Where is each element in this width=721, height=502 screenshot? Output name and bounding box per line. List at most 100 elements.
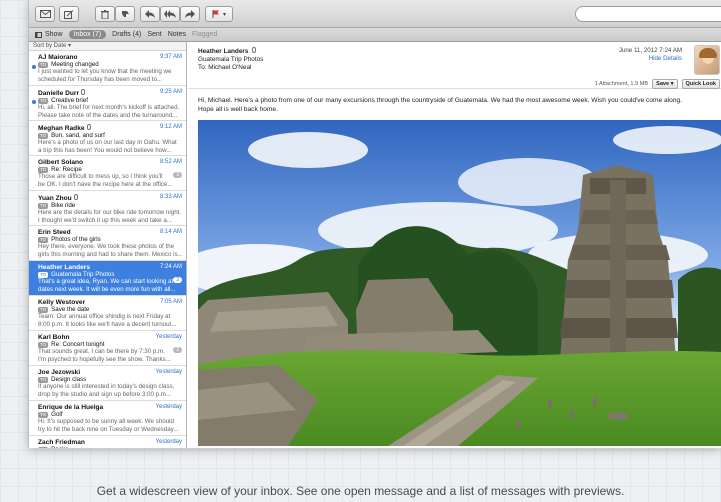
- list-item[interactable]: AJ Maiorano 9:37 AM TO Meeting changed I jus…: [29, 51, 186, 86]
- message-sender: AJ Maiorano: [38, 54, 78, 61]
- list-item[interactable]: Danielle Durr 9:25 AM TO Creative brief Hi, …: [29, 86, 186, 121]
- message-preview-2: Please take note of the dates and the tu…: [38, 111, 178, 119]
- message-subject: Golf: [51, 411, 63, 419]
- attached-photo[interactable]: [198, 120, 721, 446]
- list-item[interactable]: Yuan Zhou 8:33 AM TO Bike ride Here are the …: [29, 191, 186, 226]
- message-subject: Re: Concert tonight: [51, 341, 105, 349]
- message-preview-1: Team: Our annual office shindig is next …: [38, 313, 171, 321]
- message-time: 7:24 AM: [159, 264, 182, 270]
- show-mailboxes-button[interactable]: Show: [35, 31, 63, 38]
- list-item[interactable]: Meghan Radke 9:12 AM TO Bun, sand, and surf…: [29, 121, 186, 156]
- unread-dot-icon: [32, 100, 36, 104]
- quick-look-button[interactable]: Quick Look: [681, 78, 720, 89]
- mail-window: ▾ Show Inbox (7) Drafts (4) Sent Notes F…: [28, 0, 721, 448]
- trash-icon: [101, 9, 109, 19]
- sender-avatar: [694, 45, 720, 75]
- attachment-summary: 1 Attachment, 1.9 MB: [594, 80, 649, 87]
- message-preview-2: a trip this has been! You would not beli…: [38, 146, 172, 154]
- message-header: Heather Landers Guatemala Trip Photos To…: [188, 42, 721, 89]
- favorites-bar: Show Inbox (7) Drafts (4) Sent Notes Fla…: [29, 28, 721, 42]
- caption-text: Get a widescreen view of your inbox. See…: [96, 484, 625, 498]
- message-preview-1: That sounds great. I can be there by 7:3…: [38, 348, 165, 356]
- attachment-bar: 1 Attachment, 1.9 MB Save ▾ Quick Look: [188, 78, 721, 89]
- message-time: 8:52 AM: [159, 159, 182, 165]
- recipient-badge: TO: [38, 97, 49, 104]
- save-attachment-button[interactable]: Save ▾: [652, 78, 678, 89]
- favorite-notes[interactable]: Notes: [168, 31, 186, 38]
- list-item[interactable]: Heather Landers 7:24 AM TO Guatemala Trip P…: [29, 261, 186, 296]
- favorite-sent[interactable]: Sent: [147, 31, 161, 38]
- message-preview-2: drop by the studio and sign up before 3:…: [38, 390, 172, 398]
- message-sender: Erin Steed: [38, 229, 71, 236]
- message-sender: Meghan Radke: [38, 125, 85, 132]
- reply-button[interactable]: [140, 6, 160, 22]
- message-preview-2: 8:00 p.m. It looks like we'll have a dec…: [38, 320, 177, 328]
- message-subject: Guatemala Trip Photos: [51, 271, 115, 279]
- compose-icon: [64, 9, 74, 19]
- message-preview-1: Here are the details for our bike ride t…: [38, 209, 182, 217]
- recipient-badge: TO: [38, 132, 49, 139]
- thread-count-badge: 2: [173, 347, 182, 353]
- recipient-badge: TO: [38, 341, 49, 348]
- recipient-badge: TO: [38, 376, 49, 383]
- favorite-inbox[interactable]: Inbox (7): [68, 30, 107, 39]
- message-subject: Creative brief: [51, 97, 88, 105]
- message-time: 8:33 AM: [159, 194, 182, 200]
- message-sender: Enrique de la Huelga: [38, 404, 104, 411]
- message-subject: Save the date: [51, 306, 90, 314]
- message-subject: Bun, sand, and surf: [51, 132, 105, 140]
- message-preview-2: girls this morning and had to share them…: [38, 250, 182, 258]
- message-time: 8:14 AM: [159, 229, 182, 235]
- message-subject: Re: Recipe: [51, 166, 82, 174]
- message-subject: Design class: [51, 376, 87, 384]
- message-subject: Meeting changed: [51, 61, 99, 69]
- message-preview-2: dates next week. It will be even more fu…: [38, 285, 176, 293]
- favorite-flagged[interactable]: Flagged: [192, 31, 217, 38]
- message-time: 9:12 AM: [159, 124, 182, 130]
- get-mail-button[interactable]: [35, 6, 55, 22]
- search-input[interactable]: [575, 6, 721, 22]
- recipient-badge: TO: [38, 166, 49, 173]
- message-sender: Joe Jezowski: [38, 369, 81, 376]
- message-preview-1: Hi, all. The brief for next month's kick…: [38, 104, 180, 112]
- message-rows: AJ Maiorano 9:37 AM TO Meeting changed I jus…: [29, 51, 186, 448]
- flag-button[interactable]: ▾: [205, 6, 233, 22]
- favorite-drafts[interactable]: Drafts (4): [112, 31, 141, 38]
- message-preview-1: If anyone is still interested in today's…: [38, 383, 175, 391]
- list-item[interactable]: Erin Steed 8:14 AM TO Photos of the girls He…: [29, 226, 186, 261]
- message-preview-1: Hi. It's supposed to be sunny all week. …: [38, 418, 174, 426]
- sort-by-menu[interactable]: Sort by Date ▾: [29, 42, 186, 51]
- list-item[interactable]: Zach Friedman Yesterday TOBooks: [29, 436, 186, 448]
- message-sender: Zach Friedman: [38, 439, 85, 446]
- message-preview-2: try to hit the back nine on Tuesday or W…: [38, 425, 179, 433]
- envelope-icon: [39, 10, 51, 18]
- message-time: Yesterday: [155, 404, 182, 410]
- hide-details-link[interactable]: Hide Details: [619, 55, 682, 63]
- message-time: Yesterday: [155, 439, 182, 445]
- message-time: 7:05 AM: [159, 299, 182, 305]
- recipient-badge: TO: [38, 202, 49, 209]
- thumbs-down-icon: [121, 11, 129, 17]
- reply-all-button[interactable]: [160, 6, 180, 22]
- list-item[interactable]: Karl Bohn Yesterday TO Re: Concert tonight T…: [29, 331, 186, 366]
- recipient-badge: TO: [38, 61, 49, 68]
- message-preview-1: Here's a photo of us on our last day in …: [38, 139, 177, 147]
- forward-button[interactable]: [180, 6, 200, 22]
- message-preview-1: I just wanted to let you know that the m…: [38, 68, 172, 76]
- junk-button[interactable]: [115, 6, 135, 22]
- message-preview-2: scheduled for Thursday has been moved to…: [38, 75, 163, 83]
- list-item[interactable]: Enrique de la Huelga Yesterday TO Golf Hi. I…: [29, 401, 186, 436]
- list-item[interactable]: Kelly Westover 7:05 AM TO Save the date Team…: [29, 296, 186, 331]
- flag-icon: [212, 10, 219, 18]
- message-time: Yesterday: [155, 369, 182, 375]
- message-time: 9:37 AM: [159, 54, 182, 60]
- chevron-down-icon: ▾: [222, 11, 226, 18]
- delete-button[interactable]: [95, 6, 115, 22]
- list-item[interactable]: Joe Jezowski Yesterday TO Design class If an…: [29, 366, 186, 401]
- paperclip-icon: [252, 47, 257, 53]
- paperclip-icon: [86, 124, 91, 130]
- toolbar: ▾: [29, 0, 721, 28]
- compose-button[interactable]: [59, 6, 79, 22]
- list-item[interactable]: Gilbert Solano 8:52 AM TO Re: Recipe Those a…: [29, 156, 186, 191]
- header-from: Heather Landers: [198, 48, 249, 55]
